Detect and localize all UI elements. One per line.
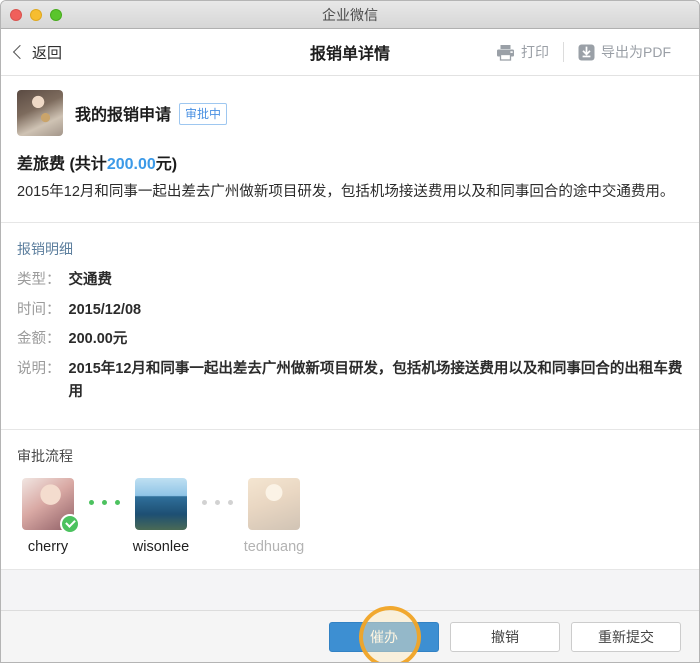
flow-connector-1 xyxy=(79,478,130,505)
total-suffix: 元) xyxy=(156,156,177,173)
approver-name: cherry xyxy=(28,539,68,555)
expense-category: 差旅费 xyxy=(17,156,65,173)
approval-flow-card: 审批流程 cherry xyxy=(1,430,699,570)
approver-node-tedhuang[interactable]: tedhuang xyxy=(243,478,305,555)
back-button-label: 返回 xyxy=(32,42,62,63)
approver-avatar-image xyxy=(248,478,300,530)
approver-name: tedhuang xyxy=(244,539,304,555)
detail-row-amount: 金额： 200.00元 xyxy=(17,328,683,351)
detail-label: 时间： xyxy=(17,299,69,322)
approver-avatar xyxy=(22,478,74,530)
total-amount: 200.00 xyxy=(107,156,156,173)
expense-detail-card: 报销明细 类型： 交通费 时间： 2015/12/08 金额： 200.00元 … xyxy=(1,223,699,429)
toolbar-actions: 打印 导出为PDF xyxy=(482,42,699,62)
action-bar: 催办 撤销 重新提交 xyxy=(1,610,699,662)
connector-dot xyxy=(202,500,207,505)
detail-row-date: 时间： 2015/12/08 xyxy=(17,299,683,322)
printer-icon xyxy=(496,44,515,61)
avatar-art xyxy=(135,478,187,530)
approver-avatar xyxy=(248,478,300,530)
flow-connector-2 xyxy=(192,478,243,505)
download-icon xyxy=(578,44,595,61)
expense-summary-title: 差旅费 (共计200.00元) xyxy=(17,150,683,174)
application-title: 我的报销申请 xyxy=(75,107,171,124)
summary-card: 我的报销申请审批中 差旅费 (共计200.00元) 2015年12月和同事一起出… xyxy=(1,76,699,223)
approver-node-cherry[interactable]: cherry xyxy=(17,478,79,555)
print-label: 打印 xyxy=(521,42,549,62)
approver-node-wisonlee[interactable]: wisonlee xyxy=(130,478,192,555)
detail-value: 200.00元 xyxy=(69,328,128,351)
connector-dot xyxy=(102,500,107,505)
applicant-header: 我的报销申请审批中 xyxy=(1,76,699,136)
title-bar: 企业微信 xyxy=(1,1,699,29)
avatar-image xyxy=(17,90,63,136)
detail-value: 2015年12月和同事一起出差去广州做新项目研发，包括机场接送费用以及和同事回合… xyxy=(69,358,684,405)
minimize-button[interactable] xyxy=(30,9,42,21)
approver-name: wisonlee xyxy=(133,539,189,555)
connector-dot xyxy=(215,500,220,505)
detail-scroll-area[interactable]: 我的报销申请审批中 差旅费 (共计200.00元) 2015年12月和同事一起出… xyxy=(1,76,699,610)
applicant-info: 我的报销申请审批中 xyxy=(75,101,227,125)
connector-dot xyxy=(89,500,94,505)
avatar-art xyxy=(248,478,300,530)
resubmit-button[interactable]: 重新提交 xyxy=(571,622,681,652)
withdraw-button[interactable]: 撤销 xyxy=(450,622,560,652)
status-badge: 审批中 xyxy=(179,103,227,125)
back-button[interactable]: 返回 xyxy=(1,42,62,63)
expense-description: 2015年12月和同事一起出差去广州做新项目研发，包括机场接送费用以及和同事回合… xyxy=(17,181,683,204)
window-controls xyxy=(1,9,62,21)
detail-rows: 类型： 交通费 时间： 2015/12/08 金额： 200.00元 说明： 2… xyxy=(1,269,699,428)
chevron-left-icon xyxy=(13,45,27,59)
connector-dot xyxy=(115,500,120,505)
approver-avatar xyxy=(135,478,187,530)
total-prefix: (共计 xyxy=(69,156,106,173)
summary-body: 差旅费 (共计200.00元) 2015年12月和同事一起出差去广州做新项目研发… xyxy=(1,136,699,222)
detail-label: 类型： xyxy=(17,269,69,292)
print-button[interactable]: 打印 xyxy=(482,42,563,62)
approval-flow-heading: 审批流程 xyxy=(1,430,699,478)
page-toolbar: 返回 报销单详情 打印 导出为PDF xyxy=(1,29,699,76)
detail-value: 2015/12/08 xyxy=(69,299,142,322)
window-title: 企业微信 xyxy=(1,1,699,29)
approved-check-icon xyxy=(60,514,80,534)
detail-label: 金额： xyxy=(17,328,69,351)
detail-label: 说明： xyxy=(17,358,69,405)
export-pdf-button[interactable]: 导出为PDF xyxy=(564,42,685,62)
detail-value: 交通费 xyxy=(69,269,113,292)
detail-heading: 报销明细 xyxy=(1,223,699,269)
export-pdf-label: 导出为PDF xyxy=(601,42,671,62)
detail-row-type: 类型： 交通费 xyxy=(17,269,683,292)
urge-button[interactable]: 催办 xyxy=(329,622,439,652)
approver-avatar-image xyxy=(135,478,187,530)
detail-row-note: 说明： 2015年12月和同事一起出差去广州做新项目研发，包括机场接送费用以及和… xyxy=(17,358,683,405)
app-window: 企业微信 返回 报销单详情 打印 xyxy=(0,0,700,663)
connector-dot xyxy=(228,500,233,505)
approval-flow-row: cherry wisonlee xyxy=(1,478,699,569)
avatar xyxy=(17,90,63,136)
zoom-button[interactable] xyxy=(50,9,62,21)
applicant-row: 我的报销申请审批中 xyxy=(17,90,683,136)
close-button[interactable] xyxy=(10,9,22,21)
